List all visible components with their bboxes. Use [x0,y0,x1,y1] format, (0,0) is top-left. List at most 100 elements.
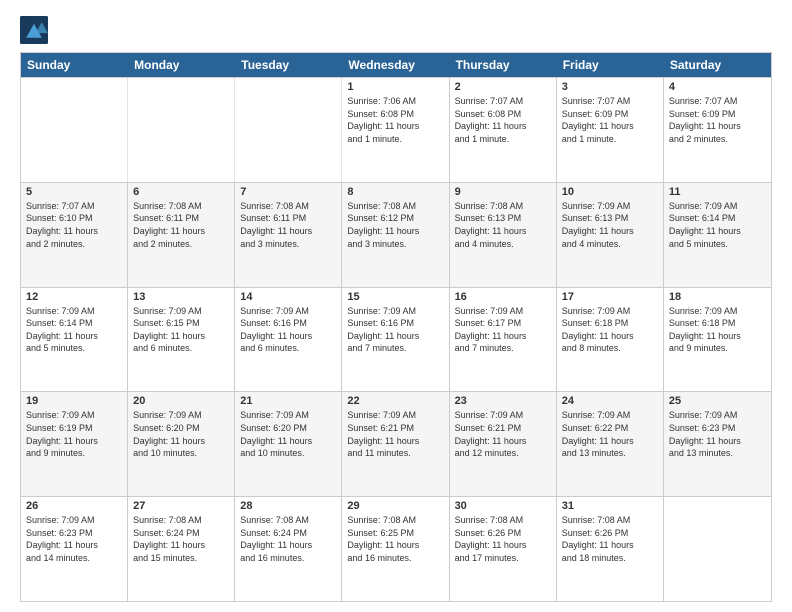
day-number: 11 [669,186,766,198]
day-cell: 18 Sunrise: 7:09 AM Sunset: 6:18 PM Dayli… [664,288,771,392]
calendar: SundayMondayTuesdayWednesdayThursdayFrid… [20,52,772,602]
day-number: 26 [26,500,122,512]
day-info: Sunrise: 7:09 AM Sunset: 6:20 PM Dayligh… [240,409,336,459]
day-header-wednesday: Wednesday [342,53,449,77]
page: SundayMondayTuesdayWednesdayThursdayFrid… [0,0,792,612]
day-number: 6 [133,186,229,198]
week-row: 19Sunrise: 7:09 AM Sunset: 6:19 PM Dayli… [21,391,771,496]
day-info: Sunrise: 7:09 AM Sunset: 6:17 PM Dayligh… [455,305,551,355]
day-info: Sunrise: 7:09 AM Sunset: 6:18 PM Dayligh… [669,305,766,355]
day-cell: 29 Sunrise: 7:08 AM Sunset: 6:25 PM Dayli… [342,497,449,601]
day-number: 22 [347,395,443,407]
day-cell: 20Sunrise: 7:09 AM Sunset: 6:20 PM Dayli… [128,392,235,496]
day-header-monday: Monday [128,53,235,77]
day-cell: 26 Sunrise: 7:09 AM Sunset: 6:23 PM Dayli… [21,497,128,601]
day-info: Sunrise: 7:08 AM Sunset: 6:12 PM Dayligh… [347,200,443,250]
day-number: 2 [455,81,551,93]
day-cell: 23 Sunrise: 7:09 AM Sunset: 6:21 PM Dayli… [450,392,557,496]
week-row: 26 Sunrise: 7:09 AM Sunset: 6:23 PM Dayli… [21,496,771,601]
day-info: Sunrise: 7:09 AM Sunset: 6:13 PM Dayligh… [562,200,658,250]
day-number: 5 [26,186,122,198]
day-info: Sunrise: 7:09 AM Sunset: 6:21 PM Dayligh… [347,409,443,459]
day-cell: 4 Sunrise: 7:07 AM Sunset: 6:09 PM Daylig… [664,78,771,182]
day-info: Sunrise: 7:09 AM Sunset: 6:22 PM Dayligh… [562,409,658,459]
day-info: Sunrise: 7:07 AM Sunset: 6:09 PM Dayligh… [562,95,658,145]
day-info: Sunrise: 7:08 AM Sunset: 6:26 PM Dayligh… [455,514,551,564]
day-cell: 13 Sunrise: 7:09 AM Sunset: 6:15 PM Dayli… [128,288,235,392]
day-info: Sunrise: 7:09 AM Sunset: 6:15 PM Dayligh… [133,305,229,355]
day-header-friday: Friday [557,53,664,77]
day-cell: 30 Sunrise: 7:08 AM Sunset: 6:26 PM Dayli… [450,497,557,601]
day-number: 28 [240,500,336,512]
day-info: Sunrise: 7:09 AM Sunset: 6:18 PM Dayligh… [562,305,658,355]
day-cell: 24 Sunrise: 7:09 AM Sunset: 6:22 PM Dayli… [557,392,664,496]
week-row: 12 Sunrise: 7:09 AM Sunset: 6:14 PM Dayli… [21,287,771,392]
day-cell: 1Sunrise: 7:06 AM Sunset: 6:08 PM Daylig… [342,78,449,182]
day-header-saturday: Saturday [664,53,771,77]
day-cell: 19Sunrise: 7:09 AM Sunset: 6:19 PM Dayli… [21,392,128,496]
day-cell: 31 Sunrise: 7:08 AM Sunset: 6:26 PM Dayli… [557,497,664,601]
day-cell: 16 Sunrise: 7:09 AM Sunset: 6:17 PM Dayli… [450,288,557,392]
day-number: 30 [455,500,551,512]
day-number: 15 [347,291,443,303]
day-info: Sunrise: 7:09 AM Sunset: 6:16 PM Dayligh… [240,305,336,355]
day-info: Sunrise: 7:08 AM Sunset: 6:25 PM Dayligh… [347,514,443,564]
day-cell: 11 Sunrise: 7:09 AM Sunset: 6:14 PM Dayli… [664,183,771,287]
day-cell [128,78,235,182]
day-number: 16 [455,291,551,303]
day-info: Sunrise: 7:07 AM Sunset: 6:09 PM Dayligh… [669,95,766,145]
day-cell: 15 Sunrise: 7:09 AM Sunset: 6:16 PM Dayli… [342,288,449,392]
day-info: Sunrise: 7:09 AM Sunset: 6:23 PM Dayligh… [26,514,122,564]
day-number: 10 [562,186,658,198]
day-number: 8 [347,186,443,198]
day-info: Sunrise: 7:08 AM Sunset: 6:26 PM Dayligh… [562,514,658,564]
day-info: Sunrise: 7:08 AM Sunset: 6:24 PM Dayligh… [133,514,229,564]
day-cell: 14 Sunrise: 7:09 AM Sunset: 6:16 PM Dayli… [235,288,342,392]
day-header-tuesday: Tuesday [235,53,342,77]
day-cell [235,78,342,182]
day-cell: 12 Sunrise: 7:09 AM Sunset: 6:14 PM Dayli… [21,288,128,392]
day-info: Sunrise: 7:08 AM Sunset: 6:11 PM Dayligh… [240,200,336,250]
day-number: 27 [133,500,229,512]
day-info: Sunrise: 7:09 AM Sunset: 6:14 PM Dayligh… [26,305,122,355]
day-number: 25 [669,395,766,407]
day-number: 18 [669,291,766,303]
day-cell: 6 Sunrise: 7:08 AM Sunset: 6:11 PM Daylig… [128,183,235,287]
day-number: 20 [133,395,229,407]
day-number: 24 [562,395,658,407]
day-cell: 2Sunrise: 7:07 AM Sunset: 6:08 PM Daylig… [450,78,557,182]
day-info: Sunrise: 7:09 AM Sunset: 6:19 PM Dayligh… [26,409,122,459]
header [20,16,772,44]
day-cell: 22 Sunrise: 7:09 AM Sunset: 6:21 PM Dayli… [342,392,449,496]
day-info: Sunrise: 7:08 AM Sunset: 6:24 PM Dayligh… [240,514,336,564]
day-number: 12 [26,291,122,303]
day-cell: 28 Sunrise: 7:08 AM Sunset: 6:24 PM Dayli… [235,497,342,601]
day-cell: 17Sunrise: 7:09 AM Sunset: 6:18 PM Dayli… [557,288,664,392]
day-cell: 10 Sunrise: 7:09 AM Sunset: 6:13 PM Dayli… [557,183,664,287]
day-number: 4 [669,81,766,93]
day-cell: 9Sunrise: 7:08 AM Sunset: 6:13 PM Daylig… [450,183,557,287]
week-row: 1Sunrise: 7:06 AM Sunset: 6:08 PM Daylig… [21,77,771,182]
day-number: 1 [347,81,443,93]
day-cell: 7 Sunrise: 7:08 AM Sunset: 6:11 PM Daylig… [235,183,342,287]
day-cell: 8 Sunrise: 7:08 AM Sunset: 6:12 PM Daylig… [342,183,449,287]
day-info: Sunrise: 7:09 AM Sunset: 6:14 PM Dayligh… [669,200,766,250]
logo [20,16,52,44]
day-header-thursday: Thursday [450,53,557,77]
day-info: Sunrise: 7:09 AM Sunset: 6:21 PM Dayligh… [455,409,551,459]
day-headers: SundayMondayTuesdayWednesdayThursdayFrid… [21,53,771,77]
day-number: 31 [562,500,658,512]
day-info: Sunrise: 7:09 AM Sunset: 6:16 PM Dayligh… [347,305,443,355]
logo-icon [20,16,48,44]
day-number: 7 [240,186,336,198]
day-info: Sunrise: 7:08 AM Sunset: 6:11 PM Dayligh… [133,200,229,250]
weeks: 1Sunrise: 7:06 AM Sunset: 6:08 PM Daylig… [21,77,771,601]
day-number: 3 [562,81,658,93]
day-number: 23 [455,395,551,407]
day-number: 14 [240,291,336,303]
day-number: 13 [133,291,229,303]
day-header-sunday: Sunday [21,53,128,77]
day-number: 29 [347,500,443,512]
day-info: Sunrise: 7:08 AM Sunset: 6:13 PM Dayligh… [455,200,551,250]
day-number: 21 [240,395,336,407]
